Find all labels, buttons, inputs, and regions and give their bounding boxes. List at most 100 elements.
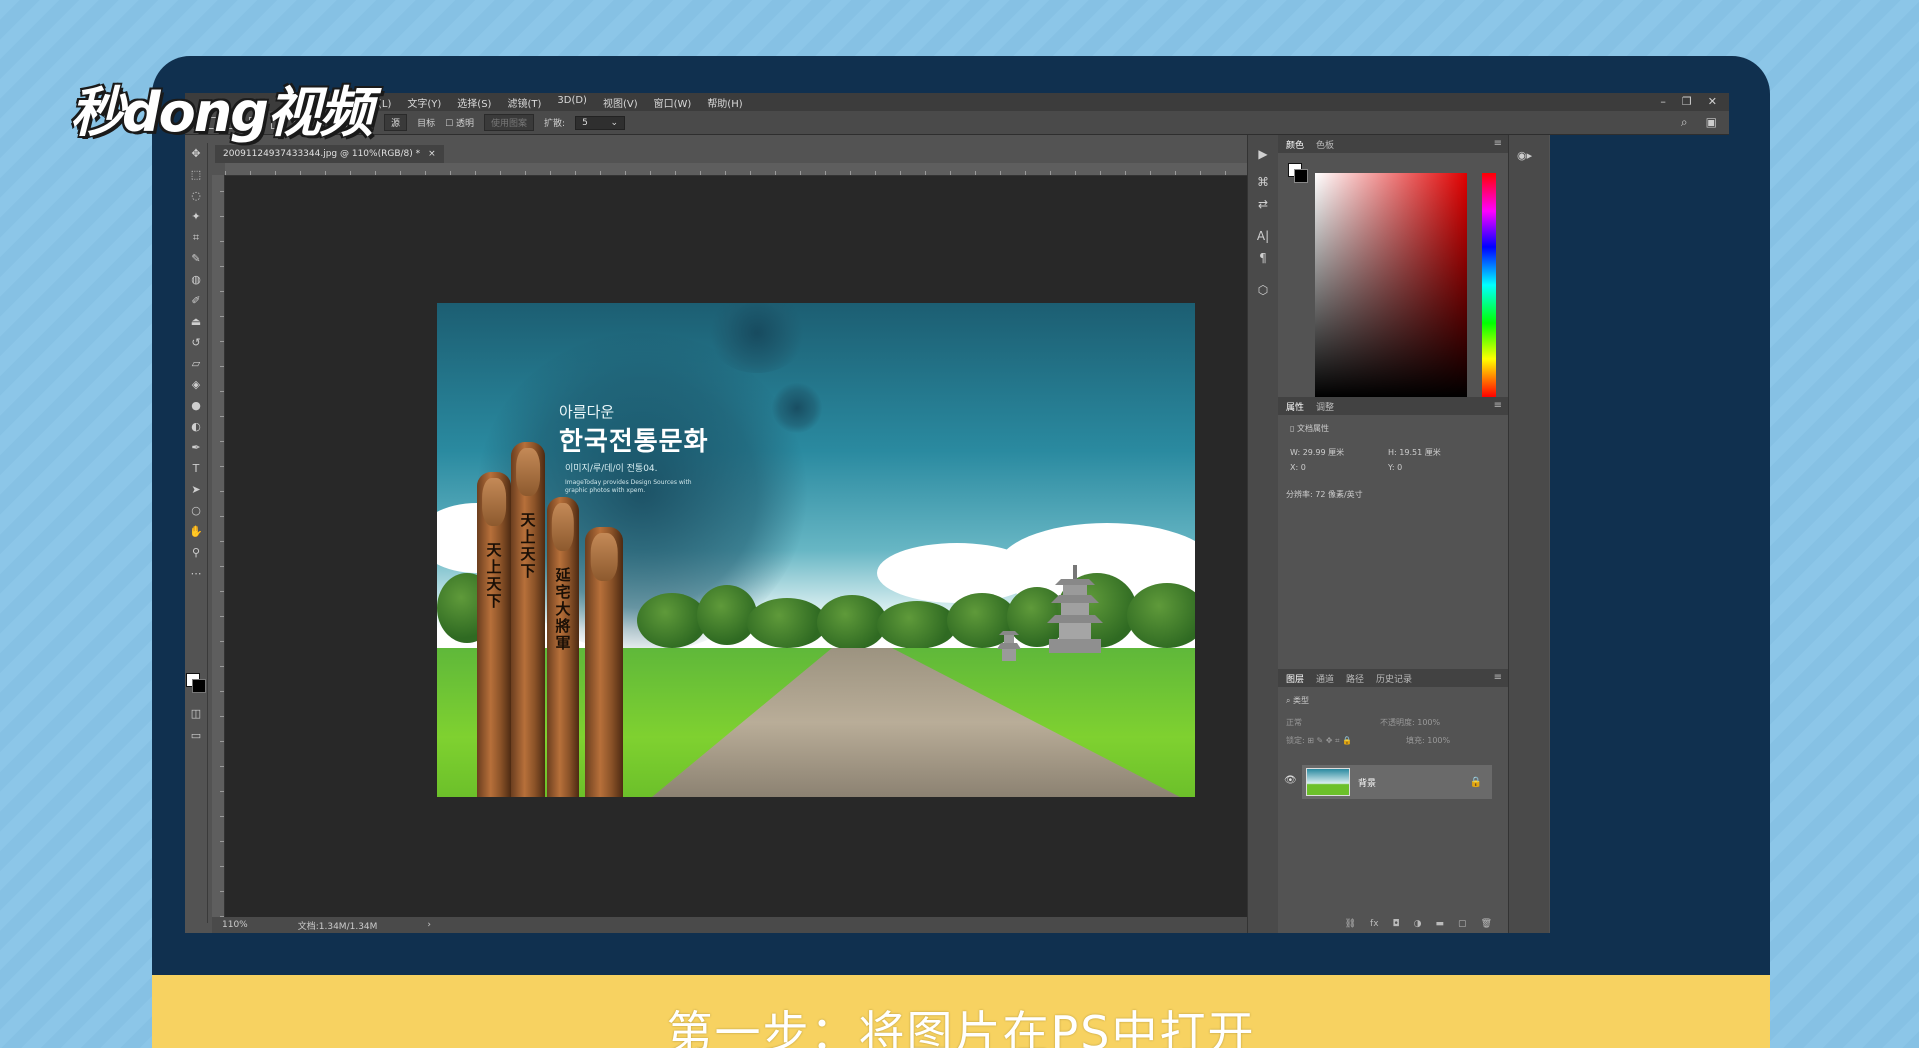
opacity-field[interactable]: 不透明度: 100% bbox=[1380, 717, 1440, 728]
type-tool-icon[interactable]: T bbox=[185, 458, 207, 479]
new-layer-icon[interactable]: ▢ bbox=[1458, 919, 1467, 929]
adjustment-layer-icon[interactable]: ◑ bbox=[1414, 919, 1422, 929]
minimize-icon[interactable]: – bbox=[1660, 95, 1666, 108]
image-pagoda bbox=[1045, 565, 1105, 668]
tab-paths[interactable]: 路径 bbox=[1346, 672, 1364, 685]
brush-preset-icon[interactable]: ⌘ bbox=[1248, 171, 1278, 193]
menu-bar: 图层(L) 文字(Y) 选择(S) 滤镜(T) 3D(D) 视图(V) 窗口(W… bbox=[185, 93, 1729, 111]
image-korean-title: 한국전통문화 bbox=[559, 427, 709, 457]
x-field[interactable]: X: 0 bbox=[1290, 463, 1306, 472]
tab-properties[interactable]: 属性 bbox=[1286, 400, 1304, 413]
collapsed-panel-icon[interactable]: ◉▸ bbox=[1517, 149, 1549, 162]
tab-adjustments[interactable]: 调整 bbox=[1316, 400, 1334, 413]
trash-icon[interactable]: 🗑 bbox=[1481, 919, 1492, 929]
zoom-tool-icon[interactable]: ⚲ bbox=[185, 542, 207, 563]
3d-cube-icon[interactable]: ⬡ bbox=[1248, 279, 1278, 301]
fx-icon[interactable]: fx bbox=[1370, 919, 1379, 929]
status-bar: 110% 文档:1.34M/1.34M › bbox=[212, 917, 1247, 933]
character-icon[interactable]: A| bbox=[1248, 225, 1278, 247]
doc-size[interactable]: 文档:1.34M/1.34M bbox=[298, 919, 378, 932]
y-field[interactable]: Y: 0 bbox=[1388, 463, 1402, 472]
paint-bucket-icon[interactable]: ◈ bbox=[185, 374, 207, 395]
tab-history[interactable]: 历史记录 bbox=[1376, 672, 1412, 685]
background-color-swatch[interactable] bbox=[192, 679, 206, 693]
marquee-tool-icon[interactable]: ⬚ bbox=[185, 164, 207, 185]
diffusion-select[interactable]: 5 ⌄ bbox=[575, 115, 626, 130]
menu-help[interactable]: 帮助(H) bbox=[699, 95, 750, 110]
dodge-tool-icon[interactable]: ◐ bbox=[185, 416, 207, 437]
eye-icon[interactable]: 👁 bbox=[1284, 775, 1297, 786]
properties-panel: 属性 调整 ≡ ▯ 文档属性 W: 29.99 厘米 H: 19.51 厘米 X… bbox=[1278, 397, 1508, 657]
image-korean-caption: 이미지/루/데/이 전통04. bbox=[565, 464, 658, 474]
menu-select[interactable]: 选择(S) bbox=[449, 95, 499, 110]
screen-mode-icon[interactable]: ▭ bbox=[185, 725, 207, 746]
document-image[interactable]: 아름다운 한국전통문화 이미지/루/데/이 전통04. ImageToday p… bbox=[437, 303, 1195, 797]
close-tab-icon[interactable]: × bbox=[428, 149, 436, 159]
blur-tool-icon[interactable]: ● bbox=[185, 395, 207, 416]
color-picker-field[interactable] bbox=[1315, 173, 1467, 397]
play-icon[interactable]: ▶ bbox=[1248, 143, 1278, 165]
monitor-bezel-right bbox=[1550, 135, 1729, 933]
search-icon[interactable]: ⌕ bbox=[1681, 115, 1688, 130]
fill-field[interactable]: 填充: 100% bbox=[1406, 735, 1450, 746]
layer-thumbnail bbox=[1306, 768, 1350, 796]
hue-slider[interactable] bbox=[1482, 173, 1496, 397]
tab-swatches[interactable]: 色板 bbox=[1316, 138, 1334, 151]
use-pattern-button[interactable]: 使用图案 bbox=[484, 114, 535, 131]
magic-wand-icon[interactable]: ✦ bbox=[185, 206, 207, 227]
restore-icon[interactable]: ❐ bbox=[1682, 95, 1692, 108]
image-totem-pole: 延宅大將軍 bbox=[547, 497, 579, 797]
caption-bar: 第一步：将图片在PS中打开 bbox=[152, 975, 1770, 1048]
paragraph-icon[interactable]: ¶ bbox=[1248, 247, 1278, 269]
tab-layers[interactable]: 图层 bbox=[1286, 672, 1304, 685]
history-brush-icon[interactable]: ↺ bbox=[185, 332, 207, 353]
canvas-workspace[interactable]: 아름다운 한국전통문화 이미지/루/데/이 전통04. ImageToday p… bbox=[225, 176, 1247, 917]
panel-menu-icon[interactable]: ≡ bbox=[1494, 138, 1502, 149]
menu-type[interactable]: 文字(Y) bbox=[399, 95, 449, 110]
pen-tool-icon[interactable]: ✒ bbox=[185, 437, 207, 458]
brush-tool-icon[interactable]: ✐ bbox=[185, 290, 207, 311]
adjust-icon[interactable]: ⇄ bbox=[1248, 193, 1278, 215]
chevron-right-icon[interactable]: › bbox=[427, 920, 431, 930]
more-tools-icon[interactable]: ⋯ bbox=[185, 563, 207, 584]
layer-row-background[interactable]: 背景 🔒 bbox=[1302, 765, 1492, 799]
menu-view[interactable]: 视图(V) bbox=[595, 95, 646, 110]
document-tab[interactable]: 20091124937433344.jpg @ 110%(RGB/8) * × bbox=[215, 145, 444, 163]
color-bg-swatch[interactable] bbox=[1294, 169, 1308, 183]
layer-name: 背景 bbox=[1358, 778, 1377, 789]
doc-props-header: ▯ 文档属性 bbox=[1290, 424, 1329, 433]
lock-icon: 🔒 bbox=[1469, 776, 1482, 788]
close-icon[interactable]: ✕ bbox=[1708, 95, 1717, 108]
source-button[interactable]: 源 bbox=[384, 114, 408, 131]
eraser-tool-icon[interactable]: ▱ bbox=[185, 353, 207, 374]
tab-channels[interactable]: 通道 bbox=[1316, 672, 1334, 685]
menu-filter[interactable]: 滤镜(T) bbox=[499, 95, 549, 110]
lasso-tool-icon[interactable]: ◌ bbox=[185, 185, 207, 206]
stamp-tool-icon[interactable]: ⏏ bbox=[185, 311, 207, 332]
width-field[interactable]: W: 29.99 厘米 bbox=[1290, 447, 1344, 458]
ruler-horizontal bbox=[225, 163, 1247, 176]
transparent-checkbox[interactable]: ☐ 透明 bbox=[445, 116, 474, 129]
mask-icon[interactable]: ◘ bbox=[1393, 919, 1400, 929]
hand-tool-icon[interactable]: ✋ bbox=[185, 521, 207, 542]
panel-menu-icon[interactable]: ≡ bbox=[1494, 672, 1502, 683]
menu-3d[interactable]: 3D(D) bbox=[549, 95, 595, 110]
lock-controls[interactable]: 锁定: ⊞ ✎ ✥ ⌗ 🔒 bbox=[1286, 735, 1352, 746]
menu-window[interactable]: 窗口(W) bbox=[646, 95, 700, 110]
eyedropper-icon[interactable]: ✎ bbox=[185, 248, 207, 269]
target-button[interactable]: 目标 bbox=[417, 116, 435, 129]
panel-menu-icon[interactable]: ≡ bbox=[1494, 400, 1502, 411]
healing-brush-icon[interactable]: ◍ bbox=[185, 269, 207, 290]
layer-filter[interactable]: ⌕ 类型 bbox=[1286, 695, 1309, 706]
folder-icon[interactable]: ▬ bbox=[1436, 919, 1445, 929]
blend-mode-select[interactable]: 正常 bbox=[1286, 717, 1302, 728]
zoom-level[interactable]: 110% bbox=[222, 920, 248, 930]
link-icon[interactable]: ⛓ bbox=[1345, 919, 1356, 929]
ellipse-tool-icon[interactable]: ○ bbox=[185, 500, 207, 521]
path-select-icon[interactable]: ➤ bbox=[185, 479, 207, 500]
quick-mask-icon[interactable]: ◫ bbox=[185, 703, 207, 724]
crop-tool-icon[interactable]: ⌗ bbox=[185, 227, 207, 248]
height-field[interactable]: H: 19.51 厘米 bbox=[1388, 447, 1441, 458]
workspace-icon[interactable]: ▣ bbox=[1706, 115, 1717, 130]
tab-color[interactable]: 颜色 bbox=[1286, 138, 1304, 151]
